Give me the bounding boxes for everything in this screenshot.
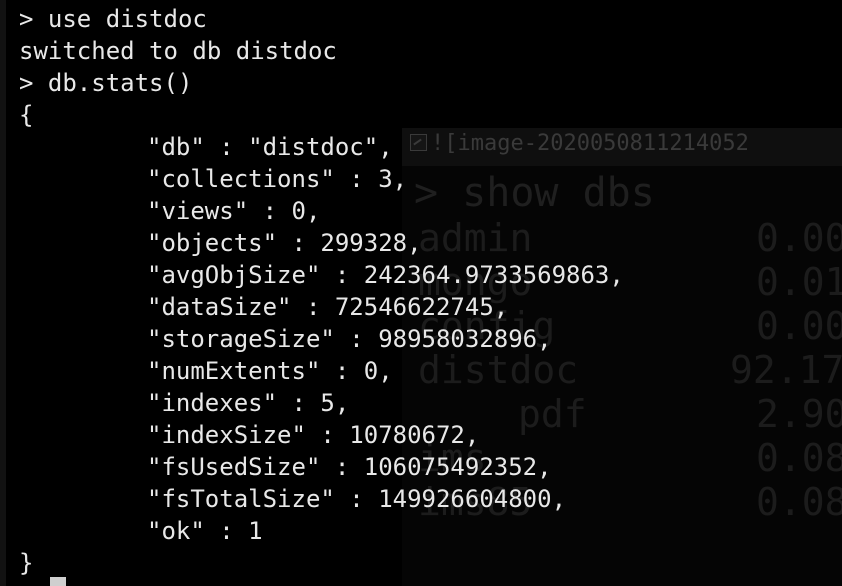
gutter <box>0 0 6 586</box>
db-size: 92.17 <box>730 348 842 392</box>
text-cursor[interactable] <box>50 577 66 586</box>
output-line: { <box>19 101 34 129</box>
output-line: "indexSize" : 10780672, <box>147 421 480 449</box>
db-size: 0.08 <box>756 480 842 524</box>
output-line: "storageSize" : 98958032896, <box>147 325 552 353</box>
output-line: "indexes" : 5, <box>147 389 350 417</box>
db-size: 0.01 <box>756 260 842 304</box>
output-line: "objects" : 299328, <box>147 229 422 257</box>
output-line: "fsUsedSize" : 106075492352, <box>147 453 552 481</box>
terminal-output: > use distdoc switched to db distdoc > d… <box>19 3 624 579</box>
command-line: > use distdoc <box>19 5 207 33</box>
output-line: switched to db distdoc <box>19 37 337 65</box>
output-line: "dataSize" : 72546622745, <box>147 293 509 321</box>
db-size: 2.90 <box>756 392 842 436</box>
output-line: "views" : 0, <box>147 197 321 225</box>
db-size: 0.00 <box>756 216 842 260</box>
db-size: 0.08 <box>756 436 842 480</box>
command-line: > db.stats() <box>19 69 193 97</box>
output-line: "ok" : 1 <box>147 517 263 545</box>
terminal-window[interactable]: ![image-2020050811214052 > show dbs admi… <box>0 0 842 586</box>
output-line: "fsTotalSize" : 149926604800, <box>147 485 567 513</box>
output-line: "db" : "distdoc", <box>147 133 393 161</box>
db-size: 0.00 <box>756 304 842 348</box>
output-line: "numExtents" : 0, <box>147 357 393 385</box>
output-line: } <box>19 549 34 577</box>
output-line: "collections" : 3, <box>147 165 408 193</box>
output-line: "avgObjSize" : 242364.9733569863, <box>147 261 624 289</box>
